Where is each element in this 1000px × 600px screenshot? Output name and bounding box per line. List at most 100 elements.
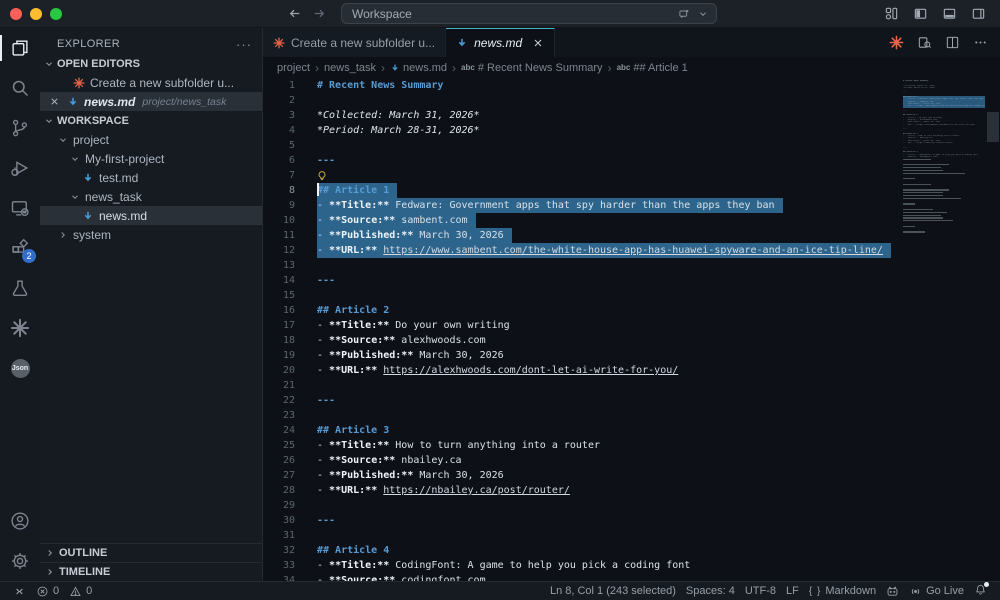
- line-number[interactable]: 10: [263, 213, 295, 228]
- tree-item-news-md[interactable]: news.md: [40, 206, 262, 225]
- line-number[interactable]: 1: [263, 78, 295, 93]
- status-errors-count[interactable]: 0: [31, 585, 64, 598]
- tab-create-a-new-subfolder-u-[interactable]: Create a new subfolder u...: [263, 28, 446, 57]
- workspace-header[interactable]: WORKSPACE: [40, 111, 262, 130]
- line-number[interactable]: 25: [263, 438, 295, 453]
- outline-section[interactable]: OUTLINE: [40, 543, 262, 562]
- code-line-9[interactable]: 9- **Title:** Fedware: Government apps t…: [263, 198, 1000, 213]
- tree-item-test-md[interactable]: test.md: [40, 168, 262, 187]
- code-line-26[interactable]: 26- **Source:** nbailey.ca: [263, 453, 1000, 468]
- code-line-22[interactable]: 22---: [263, 393, 1000, 408]
- code-line-29[interactable]: 29: [263, 498, 1000, 513]
- code-line-15[interactable]: 15: [263, 288, 1000, 303]
- toggle-secondary-sidebar-icon[interactable]: [971, 6, 986, 21]
- activity-item-agent-extension[interactable]: [0, 308, 40, 348]
- code-line-31[interactable]: 31: [263, 528, 1000, 543]
- status-language-mode[interactable]: { }Markdown: [804, 585, 881, 597]
- activity-item-explorer[interactable]: [0, 28, 40, 68]
- open-preview-icon[interactable]: [917, 35, 932, 50]
- line-number[interactable]: 20: [263, 363, 295, 378]
- line-number[interactable]: 13: [263, 258, 295, 273]
- status-indentation[interactable]: Spaces: 4: [681, 585, 740, 597]
- code-line-23[interactable]: 23: [263, 408, 1000, 423]
- status-copilot-status[interactable]: [881, 585, 904, 598]
- timeline-section[interactable]: TIMELINE: [40, 562, 262, 581]
- code-line-21[interactable]: 21: [263, 378, 1000, 393]
- line-number[interactable]: 23: [263, 408, 295, 423]
- navigate-forward-icon[interactable]: [312, 6, 327, 21]
- line-number[interactable]: 19: [263, 348, 295, 363]
- maximize-window-button[interactable]: [50, 8, 62, 20]
- open-editors-header[interactable]: OPEN EDITORS: [40, 54, 262, 73]
- activity-item-search[interactable]: [0, 68, 40, 108]
- activity-item-source-control[interactable]: [0, 108, 40, 148]
- code-line-11[interactable]: 11- **Published:** March 30, 2026: [263, 228, 1000, 243]
- line-number[interactable]: 21: [263, 378, 295, 393]
- status-notifications[interactable]: [969, 583, 992, 599]
- toggle-panel-icon[interactable]: [942, 6, 957, 21]
- copilot-chat-icon[interactable]: [678, 8, 690, 20]
- code-line-4[interactable]: 4*Period: March 28-31, 2026*: [263, 123, 1000, 138]
- code-line-28[interactable]: 28- **URL:** https://nbailey.ca/post/rou…: [263, 483, 1000, 498]
- activity-item-json-extension[interactable]: Json: [0, 348, 40, 388]
- status-remote-status[interactable]: [8, 585, 31, 598]
- toggle-primary-sidebar-icon[interactable]: [913, 6, 928, 21]
- line-number[interactable]: 4: [263, 123, 295, 138]
- line-number[interactable]: 3: [263, 108, 295, 123]
- code-line-13[interactable]: 13: [263, 258, 1000, 273]
- tree-item-project[interactable]: project: [40, 130, 262, 149]
- line-number[interactable]: 22: [263, 393, 295, 408]
- code-line-25[interactable]: 25- **Title:** How to turn anything into…: [263, 438, 1000, 453]
- line-number[interactable]: 30: [263, 513, 295, 528]
- close-editor-icon[interactable]: [46, 96, 62, 107]
- line-number[interactable]: 32: [263, 543, 295, 558]
- code-line-1[interactable]: 1# Recent News Summary: [263, 78, 1000, 93]
- starburst-coral-icon[interactable]: [889, 35, 904, 50]
- code-line-24[interactable]: 24## Article 3: [263, 423, 1000, 438]
- code-line-30[interactable]: 30---: [263, 513, 1000, 528]
- customize-layout-icon[interactable]: [884, 6, 899, 21]
- minimize-window-button[interactable]: [30, 8, 42, 20]
- code-line-7[interactable]: 7: [263, 168, 1000, 183]
- line-number[interactable]: 27: [263, 468, 295, 483]
- code-line-12[interactable]: 12- **URL:** https://www.sambent.com/the…: [263, 243, 1000, 258]
- chevron-down-icon[interactable]: [698, 9, 708, 19]
- line-number[interactable]: 31: [263, 528, 295, 543]
- close-tab-icon[interactable]: [532, 37, 544, 49]
- line-number[interactable]: 33: [263, 558, 295, 573]
- activity-item-settings[interactable]: [0, 541, 40, 581]
- activity-item-testing[interactable]: [0, 268, 40, 308]
- breadcrumb-item[interactable]: project: [277, 62, 310, 74]
- lightbulb-icon[interactable]: [316, 170, 328, 182]
- ellipsis-icon[interactable]: [973, 35, 988, 50]
- tab-news-md[interactable]: news.md: [446, 28, 555, 57]
- code-line-16[interactable]: 16## Article 2: [263, 303, 1000, 318]
- line-number[interactable]: 12: [263, 243, 295, 258]
- line-number[interactable]: 26: [263, 453, 295, 468]
- breadcrumb-item[interactable]: abc## Article 1: [617, 62, 688, 74]
- command-center-search[interactable]: Workspace: [341, 3, 717, 24]
- status-encoding[interactable]: UTF-8: [740, 585, 781, 597]
- code-line-3[interactable]: 3*Collected: March 31, 2026*: [263, 108, 1000, 123]
- line-number[interactable]: 34: [263, 573, 295, 581]
- tree-item-news-task[interactable]: news_task: [40, 187, 262, 206]
- code-line-27[interactable]: 27- **Published:** March 30, 2026: [263, 468, 1000, 483]
- line-number[interactable]: 8: [263, 183, 295, 198]
- code-line-2[interactable]: 2: [263, 93, 1000, 108]
- line-number[interactable]: 24: [263, 423, 295, 438]
- breadcrumb-item[interactable]: abc# Recent News Summary: [461, 62, 603, 74]
- code-line-10[interactable]: 10- **Source:** sambent.com: [263, 213, 1000, 228]
- open-editor-item[interactable]: news.mdproject/news_task: [40, 92, 262, 111]
- navigate-back-icon[interactable]: [287, 6, 302, 21]
- breadcrumb-item[interactable]: news_task: [324, 62, 376, 74]
- code-line-32[interactable]: 32## Article 4: [263, 543, 1000, 558]
- line-number[interactable]: 9: [263, 198, 295, 213]
- code-line-34[interactable]: 34- **Source:** codingfont.com: [263, 573, 1000, 581]
- code-line-5[interactable]: 5: [263, 138, 1000, 153]
- code-line-20[interactable]: 20- **URL:** https://alexhwoods.com/dont…: [263, 363, 1000, 378]
- explorer-more-actions-icon[interactable]: ···: [236, 37, 252, 52]
- split-editor-icon[interactable]: [945, 35, 960, 50]
- code-line-8[interactable]: 8## Article 1: [263, 183, 1000, 198]
- breadcrumb-item[interactable]: news.md: [390, 62, 447, 74]
- editor-scrollbar[interactable]: [986, 78, 1000, 581]
